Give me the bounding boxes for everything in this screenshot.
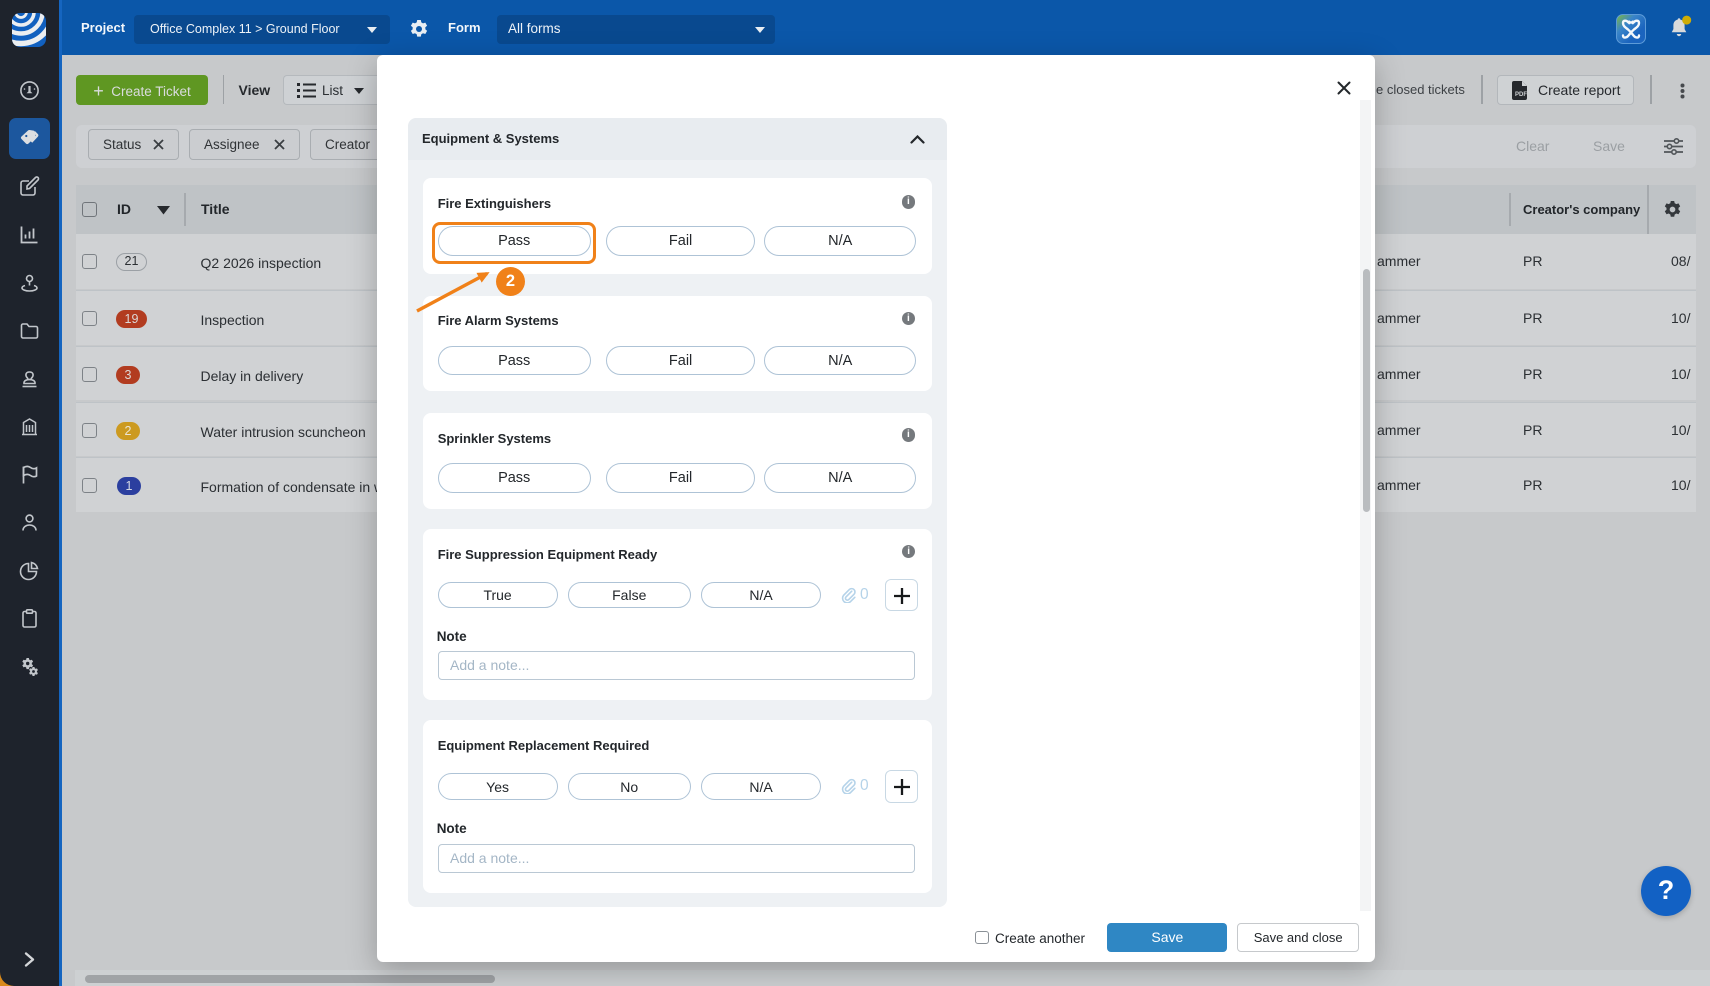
svg-text:PDF: PDF [1515, 92, 1527, 98]
